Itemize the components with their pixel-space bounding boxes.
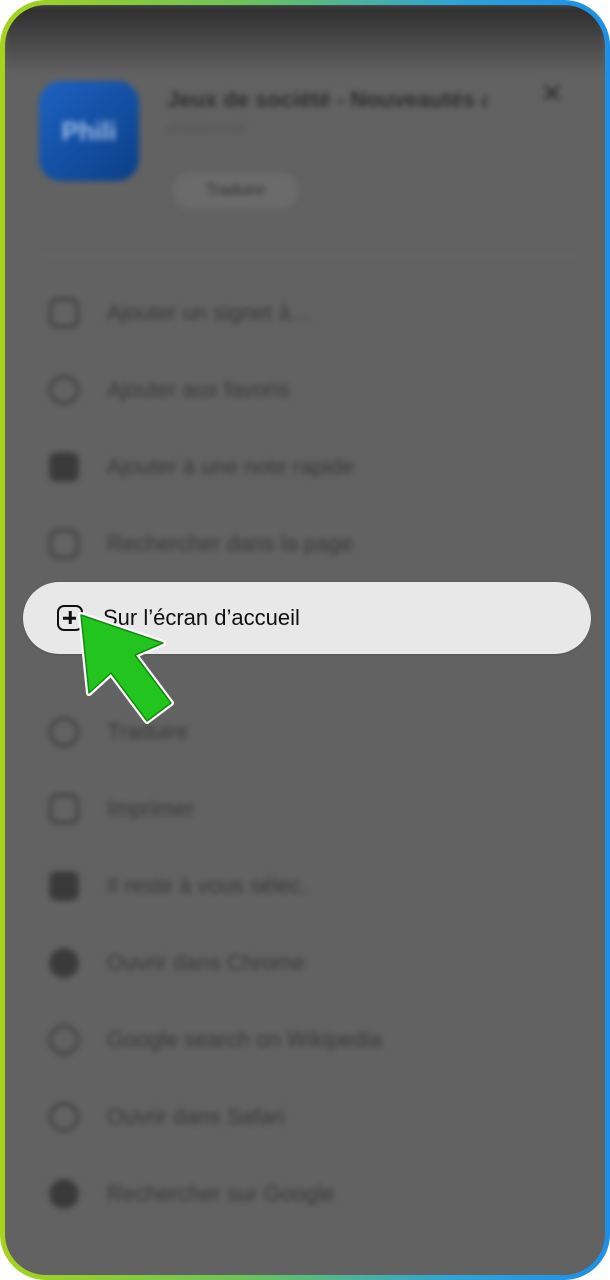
- note-icon: [49, 452, 79, 482]
- menu-item-label: Il reste à vous sélec.: [107, 873, 308, 898]
- google-icon: [49, 1179, 79, 1209]
- menu-item-open-safari[interactable]: Ouvrir dans Safari: [49, 1095, 569, 1139]
- menu-item-label: Ajouter un signet à…: [107, 300, 313, 325]
- menu-item-label: Ouvrir dans Safari: [107, 1104, 285, 1129]
- menu-item-label: Google search on Wikipedia: [107, 1027, 383, 1052]
- menu-item-search-google[interactable]: Rechercher sur Google: [49, 1172, 569, 1216]
- bookmark-icon: [49, 298, 79, 328]
- phone-frame: Phili Jeux de société - Nouveautés a… ph…: [0, 0, 610, 1280]
- chrome-icon: [49, 948, 79, 978]
- compass-icon: [49, 1102, 79, 1132]
- menu-item-label: Ouvrir dans Chrome: [107, 950, 306, 975]
- menu-item-bookmark[interactable]: Ajouter un signet à…: [49, 291, 569, 335]
- menu-item-print[interactable]: Imprimer: [49, 787, 569, 831]
- menu-item-label: Rechercher sur Google: [107, 1181, 335, 1206]
- menu-item-google-wikipedia[interactable]: Google search on Wikipedia: [49, 1018, 569, 1062]
- menu-item-label: Rechercher dans la page: [107, 531, 353, 556]
- menu-item-label: Imprimer: [107, 796, 194, 821]
- star-icon: [49, 375, 79, 405]
- screen: Phili Jeux de société - Nouveautés a… ph…: [5, 5, 605, 1275]
- menu-item-open-chrome[interactable]: Ouvrir dans Chrome: [49, 941, 569, 985]
- menu-item-folder[interactable]: Il reste à vous sélec.: [49, 864, 569, 908]
- globe-icon: [49, 1025, 79, 1055]
- printer-icon: [49, 794, 79, 824]
- menu-item-favorites[interactable]: Ajouter aux favoris: [49, 368, 569, 412]
- menu-item-find-in-page[interactable]: Rechercher dans la page: [49, 522, 569, 566]
- menu-item-label: Ajouter aux favoris: [107, 377, 290, 402]
- folder-icon: [49, 871, 79, 901]
- menu-item-label: Ajouter à une note rapide: [107, 454, 355, 479]
- menu-item-quick-note[interactable]: Ajouter à une note rapide: [49, 445, 569, 489]
- search-page-icon: [49, 529, 79, 559]
- pointer-arrow-icon: [78, 612, 174, 724]
